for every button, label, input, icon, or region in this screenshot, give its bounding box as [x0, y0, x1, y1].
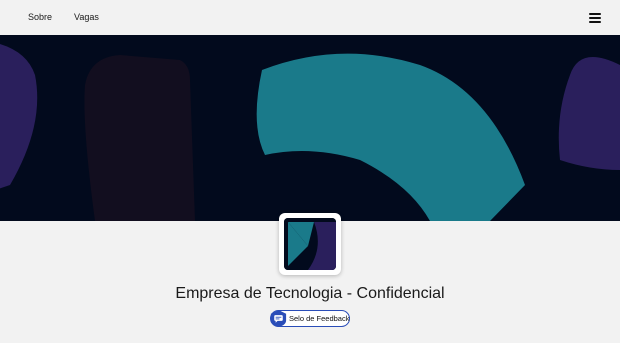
top-navigation-bar: Sobre Vagas: [0, 0, 620, 35]
nav-link-vagas[interactable]: Vagas: [74, 12, 99, 22]
nav-link-sobre[interactable]: Sobre: [28, 12, 52, 22]
company-logo: [279, 213, 341, 275]
logo-artwork: [284, 218, 336, 270]
feedback-badge-icon: [270, 309, 287, 328]
company-cover-banner: [0, 35, 620, 221]
banner-artwork: [0, 35, 620, 221]
feedback-badge-button[interactable]: Selo de Feedback: [270, 309, 350, 328]
company-name-heading: Empresa de Tecnologia - Confidencial: [175, 285, 445, 302]
hamburger-menu-icon[interactable]: [589, 13, 601, 23]
company-logo-mark: [284, 218, 336, 270]
feedback-badge-label: Selo de Feedback: [289, 314, 350, 323]
